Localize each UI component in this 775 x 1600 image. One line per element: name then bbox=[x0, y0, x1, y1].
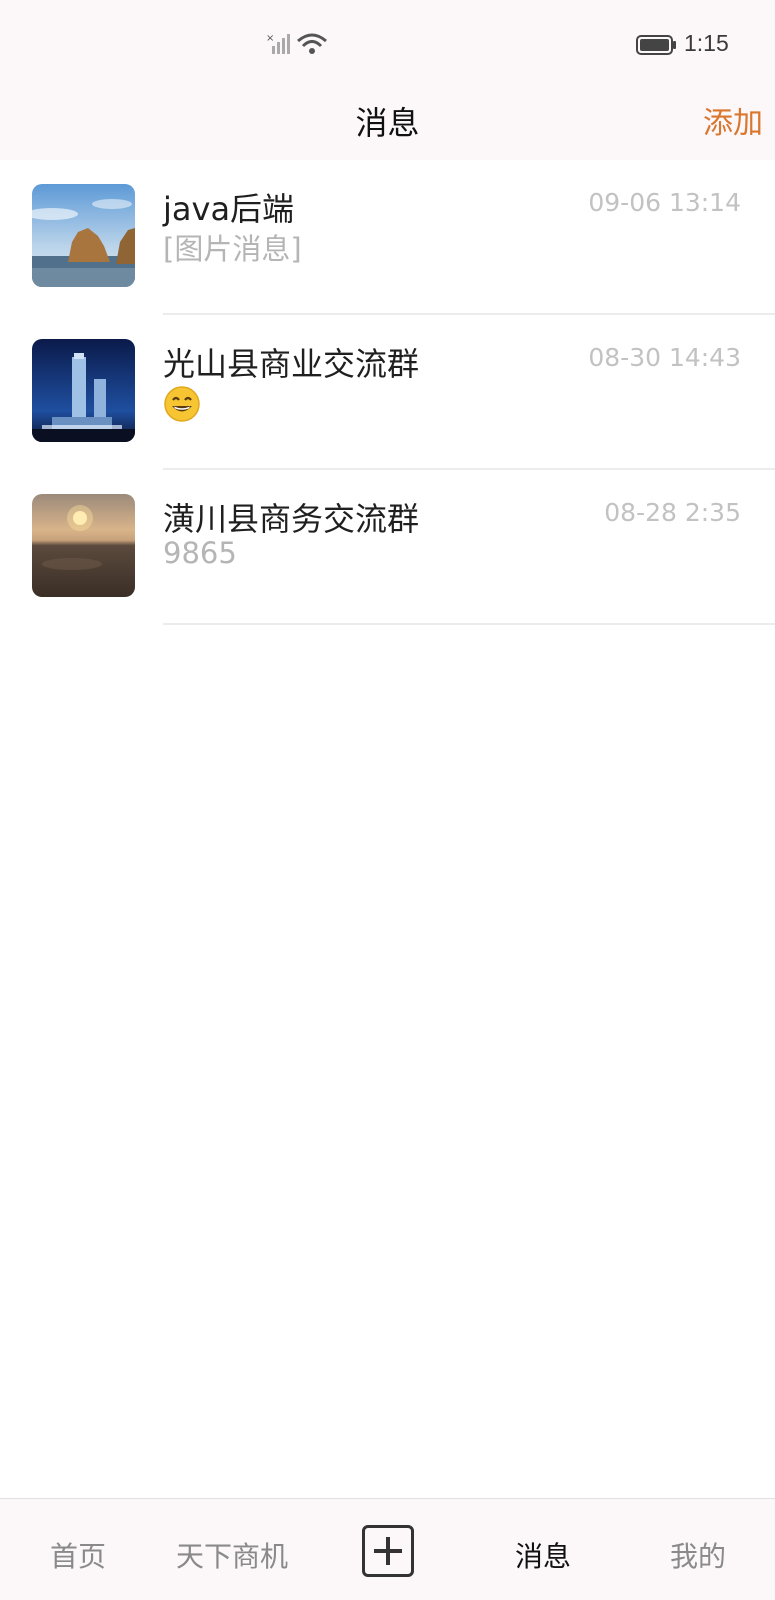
conversation-time: 08-28 2:35 bbox=[604, 498, 741, 527]
tab-me[interactable]: 我的 bbox=[670, 1535, 726, 1575]
conversation-name: 光山县商业交流群 bbox=[163, 345, 420, 383]
skyscraper-avatar bbox=[32, 339, 135, 442]
battery-icon bbox=[636, 35, 676, 55]
messages-screen: × 1:15 消息 添加 java后端 [图片消息] 09-06 13:14 光… bbox=[0, 0, 775, 1600]
tab-business[interactable]: 天下商机 bbox=[176, 1535, 288, 1575]
sunset-avatar bbox=[32, 494, 135, 597]
conversation-item[interactable]: 潢川县商务交流群 9865 08-28 2:35 bbox=[0, 470, 775, 625]
conversation-preview: [图片消息] bbox=[163, 232, 302, 266]
header: 消息 添加 bbox=[0, 86, 775, 160]
conversation-name: java后端 bbox=[163, 190, 295, 228]
plus-square-icon[interactable] bbox=[362, 1525, 414, 1577]
conversation-name: 潢川县商务交流群 bbox=[163, 500, 420, 538]
bottom-tab-bar: 首页 天下商机 消息 我的 bbox=[0, 1498, 775, 1600]
signal-icon: × bbox=[266, 33, 290, 54]
conversation-preview: 9865 bbox=[163, 536, 237, 570]
tab-home[interactable]: 首页 bbox=[50, 1535, 106, 1575]
status-bar: × 1:15 bbox=[0, 0, 775, 86]
grinning-face-emoji bbox=[164, 386, 200, 422]
tab-messages[interactable]: 消息 bbox=[515, 1535, 571, 1575]
conversation-list: java后端 [图片消息] 09-06 13:14 光山县商业交流群 08-30… bbox=[0, 160, 775, 625]
conversation-item[interactable]: java后端 [图片消息] 09-06 13:14 bbox=[0, 160, 775, 315]
conversation-time: 08-30 14:43 bbox=[588, 343, 741, 372]
clock-time: 1:15 bbox=[684, 30, 729, 56]
page-title: 消息 bbox=[355, 104, 420, 142]
divider bbox=[163, 623, 775, 625]
add-button[interactable]: 添加 bbox=[703, 98, 763, 142]
wifi-icon bbox=[297, 33, 327, 54]
coastal-rock-avatar bbox=[32, 184, 135, 287]
conversation-time: 09-06 13:14 bbox=[588, 188, 741, 217]
svg-text:×: × bbox=[266, 33, 274, 44]
conversation-item[interactable]: 光山县商业交流群 08-30 14:43 bbox=[0, 315, 775, 470]
